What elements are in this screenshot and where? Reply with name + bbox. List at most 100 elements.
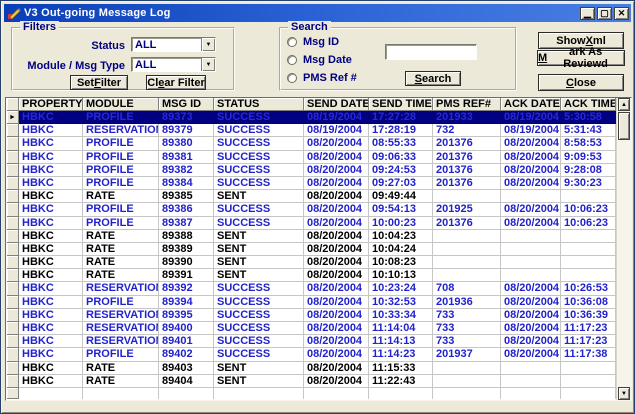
table-cell[interactable]: SUCCESS	[214, 348, 304, 361]
table-cell[interactable]: 89385	[159, 190, 214, 203]
table-cell[interactable]: 08/20/2004	[304, 151, 369, 164]
table-cell[interactable]: PROFILE	[83, 203, 159, 216]
row-selector[interactable]	[7, 362, 19, 375]
table-cell[interactable]: 89403	[159, 362, 214, 375]
table-cell[interactable]: 89382	[159, 164, 214, 177]
set-filter-button[interactable]: Set Filter	[70, 75, 128, 90]
table-cell[interactable]: SUCCESS	[214, 282, 304, 295]
table-cell[interactable]: PROFILE	[83, 151, 159, 164]
table-cell[interactable]: 17:28:19	[369, 124, 433, 137]
table-cell[interactable]: HBKC	[19, 190, 83, 203]
table-cell[interactable]: RATE	[83, 269, 159, 282]
table-cell[interactable]: 09:24:53	[369, 164, 433, 177]
table-cell[interactable]: RATE	[83, 256, 159, 269]
scroll-down-icon[interactable]: ▼	[618, 387, 630, 400]
table-cell[interactable]: 89388	[159, 230, 214, 243]
close-icon[interactable]: ✕	[614, 7, 629, 20]
table-cell[interactable]: 10:32:53	[369, 296, 433, 309]
table-cell[interactable]: 08/20/2004	[304, 269, 369, 282]
radio-pms-ref[interactable]: PMS Ref #	[287, 72, 357, 84]
table-cell[interactable]: 08/20/2004	[304, 164, 369, 177]
table-cell[interactable]: 11:17:23	[561, 322, 616, 335]
table-cell[interactable]: 11:14:13	[369, 335, 433, 348]
table-cell[interactable]: SUCCESS	[214, 335, 304, 348]
table-cell[interactable]: 10:04:23	[369, 230, 433, 243]
table-cell[interactable]: HBKC	[19, 164, 83, 177]
table-cell[interactable]: 08/20/2004	[304, 217, 369, 230]
table-cell[interactable]: 733	[433, 335, 501, 348]
table-cell[interactable]	[501, 243, 561, 256]
table-row[interactable]: HBKCRATE89385SENT08/20/200409:49:44	[7, 190, 616, 203]
table-cell[interactable]: 11:17:38	[561, 348, 616, 361]
table-cell[interactable]: 201376	[433, 177, 501, 190]
table-cell[interactable]: 89379	[159, 124, 214, 137]
table-cell[interactable]: 08/20/2004	[304, 348, 369, 361]
table-cell[interactable]: 89389	[159, 243, 214, 256]
scroll-up-icon[interactable]: ▲	[618, 98, 630, 111]
table-cell[interactable]: 89387	[159, 217, 214, 230]
column-header[interactable]: PMS REF#	[433, 98, 501, 111]
table-cell[interactable]: RESERVATION	[83, 309, 159, 322]
table-cell[interactable]: 201376	[433, 137, 501, 150]
table-cell[interactable]: 08/19/2004	[501, 124, 561, 137]
table-cell[interactable]: 9:28:08	[561, 164, 616, 177]
table-cell[interactable]	[433, 269, 501, 282]
row-selector[interactable]	[7, 309, 19, 322]
table-cell[interactable]: 08/20/2004	[304, 282, 369, 295]
column-header[interactable]: ACK TIME	[561, 98, 616, 111]
row-selector[interactable]	[7, 322, 19, 335]
table-cell[interactable]	[433, 256, 501, 269]
table-cell[interactable]: 08/20/2004	[304, 137, 369, 150]
table-cell[interactable]: 08/20/2004	[501, 322, 561, 335]
table-cell[interactable]: 08/20/2004	[304, 335, 369, 348]
table-cell[interactable]	[501, 362, 561, 375]
table-cell[interactable]: RATE	[83, 362, 159, 375]
table-row[interactable]: HBKCRESERVATION89400SUCCESS08/20/200411:…	[7, 322, 616, 335]
table-cell[interactable]: 08/20/2004	[304, 243, 369, 256]
table-cell[interactable]: HBKC	[19, 375, 83, 388]
table-cell[interactable]: 08/20/2004	[304, 230, 369, 243]
table-cell[interactable]: 08/20/2004	[501, 177, 561, 190]
table-cell[interactable]: 08/20/2004	[304, 296, 369, 309]
row-selector[interactable]	[7, 177, 19, 190]
table-cell[interactable]	[433, 375, 501, 388]
table-row[interactable]: HBKCPROFILE89382SUCCESS08/20/200409:24:5…	[7, 164, 616, 177]
column-header[interactable]: SEND DATE	[304, 98, 369, 111]
table-cell[interactable]: RESERVATION	[83, 322, 159, 335]
table-cell[interactable]: 17:27:28	[369, 111, 433, 124]
table-row[interactable]: HBKCRATE89389SENT08/20/200410:04:24	[7, 243, 616, 256]
table-cell[interactable]: 10:33:34	[369, 309, 433, 322]
table-cell[interactable]: SUCCESS	[214, 177, 304, 190]
table-cell[interactable]	[501, 190, 561, 203]
table-cell[interactable]: 08/19/2004	[501, 111, 561, 124]
table-cell[interactable]: SUCCESS	[214, 164, 304, 177]
row-selector[interactable]	[7, 269, 19, 282]
radio-msg-date[interactable]: Msg Date	[287, 54, 352, 66]
row-selector[interactable]	[7, 190, 19, 203]
table-cell[interactable]: SENT	[214, 375, 304, 388]
table-cell[interactable]: 201925	[433, 203, 501, 216]
column-header[interactable]: SEND TIME	[369, 98, 433, 111]
table-cell[interactable]: HBKC	[19, 362, 83, 375]
table-cell[interactable]: 201376	[433, 151, 501, 164]
table-cell[interactable]: 89400	[159, 322, 214, 335]
row-selector[interactable]	[7, 98, 19, 111]
row-selector[interactable]	[7, 296, 19, 309]
chevron-down-icon[interactable]: ▼	[201, 58, 215, 71]
radio-icon[interactable]	[287, 73, 297, 83]
table-cell[interactable]: SUCCESS	[214, 217, 304, 230]
table-cell[interactable]: 10:06:23	[561, 203, 616, 216]
table-row[interactable]: HBKCPROFILE89380SUCCESS08/20/200408:55:3…	[7, 137, 616, 150]
table-row[interactable]: HBKCRATE89388SENT08/20/200410:04:23	[7, 230, 616, 243]
table-cell[interactable]: HBKC	[19, 296, 83, 309]
table-cell[interactable]: 89401	[159, 335, 214, 348]
table-cell[interactable]	[501, 230, 561, 243]
table-row[interactable]: HBKCRESERVATION89395SUCCESS08/20/200410:…	[7, 309, 616, 322]
table-cell[interactable]: 89392	[159, 282, 214, 295]
row-selector[interactable]	[7, 335, 19, 348]
chevron-down-icon[interactable]: ▼	[201, 38, 215, 51]
table-cell[interactable]: 201376	[433, 164, 501, 177]
row-selector[interactable]	[7, 203, 19, 216]
table-cell[interactable]: 08/20/2004	[501, 282, 561, 295]
table-cell[interactable]: 5:31:43	[561, 124, 616, 137]
